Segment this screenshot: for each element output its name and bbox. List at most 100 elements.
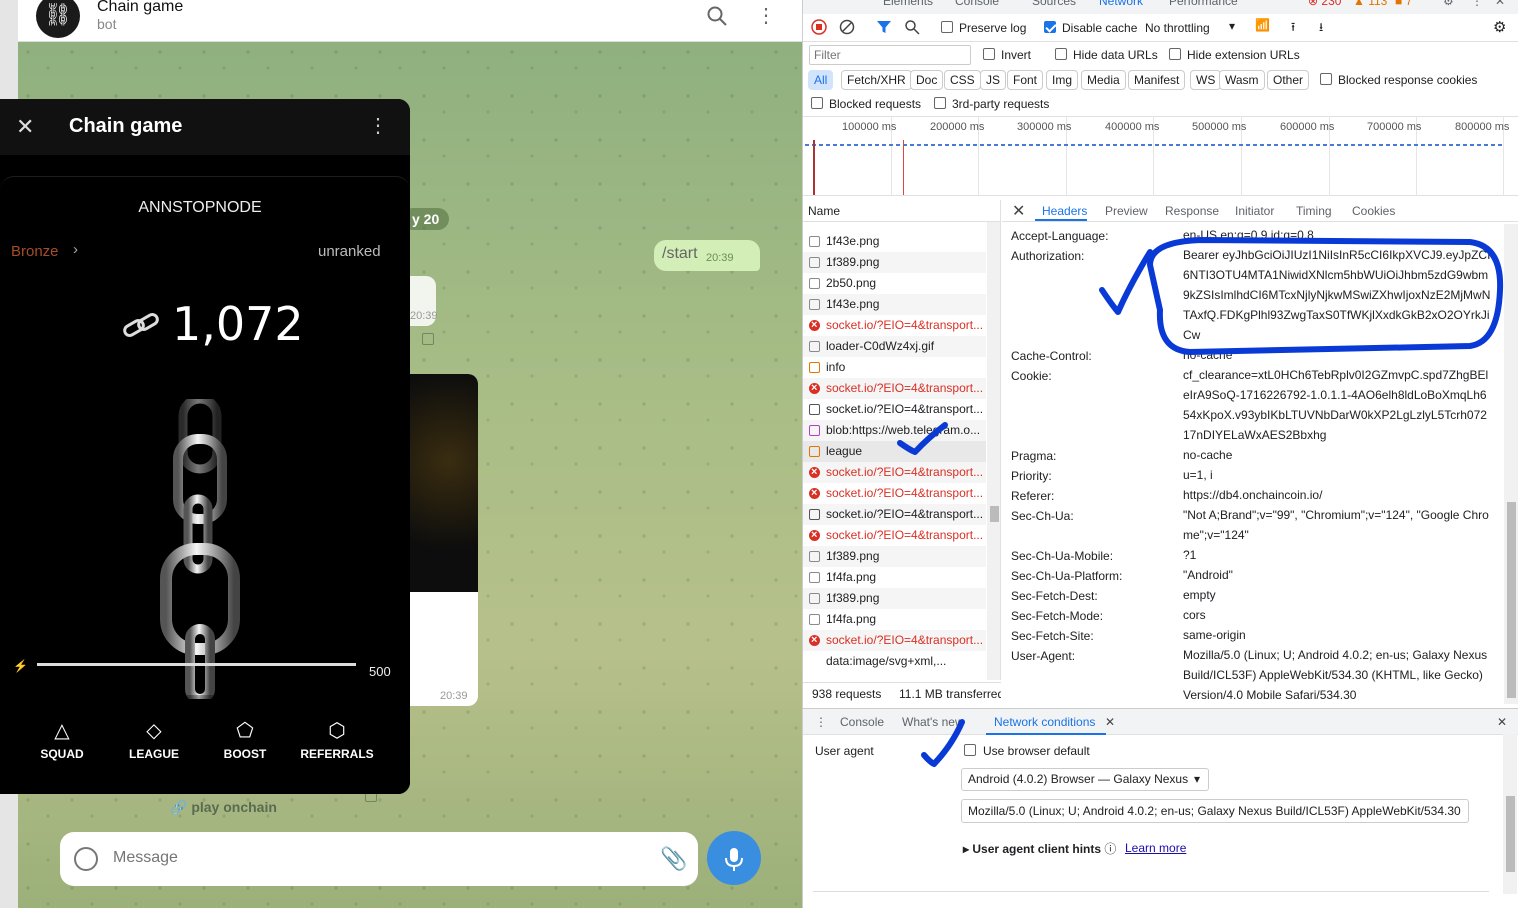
chevron-down-icon[interactable]: ▾	[1229, 19, 1235, 33]
more-menu-icon[interactable]: ⋮	[368, 113, 388, 138]
more-menu-icon[interactable]: ⋮	[756, 4, 776, 28]
preserve-log-checkbox[interactable]	[941, 21, 953, 33]
record-stop-icon[interactable]	[811, 19, 827, 35]
emoji-icon[interactable]	[74, 847, 98, 871]
request-row[interactable]: socket.io/?EIO=4&transport...	[803, 462, 986, 483]
hide-data-urls-checkbox[interactable]	[1055, 48, 1067, 60]
request-row[interactable]: socket.io/?EIO=4&transport...	[803, 315, 986, 336]
error-count[interactable]: ⊗ 230	[1308, 0, 1341, 8]
hide-extension-urls-checkbox[interactable]	[1169, 48, 1181, 60]
upload-icon[interactable]: ⭱	[1291, 18, 1295, 39]
request-row[interactable]: socket.io/?EIO=4&transport...	[803, 525, 986, 546]
header-value[interactable]: same-origin	[1183, 625, 1493, 645]
request-row[interactable]: socket.io/?EIO=4&transport...	[803, 630, 986, 651]
filter-all[interactable]: All	[808, 70, 834, 90]
client-hints-toggle[interactable]: ▸ User agent client hints ⓘ	[963, 840, 1116, 857]
header-value[interactable]: ?1	[1183, 545, 1493, 565]
invert-checkbox[interactable]	[983, 48, 995, 60]
tab-network[interactable]: Network	[1099, 0, 1143, 8]
header-value[interactable]: cors	[1183, 605, 1493, 625]
request-row[interactable]: loader-C0dWz4xj.gif	[803, 336, 986, 357]
scrollbar-thumb[interactable]	[1507, 502, 1516, 698]
download-icon[interactable]: ⭳	[1319, 18, 1323, 39]
filter-font[interactable]: Font	[1007, 70, 1044, 90]
chevron-right-icon[interactable]: ›	[73, 241, 78, 258]
league-rank[interactable]: Bronze	[11, 243, 59, 260]
chain-artwork[interactable]	[150, 399, 250, 699]
user-agent-input[interactable]	[961, 799, 1469, 823]
scrollbar-thumb[interactable]	[1506, 796, 1515, 872]
request-row[interactable]: 1f389.png	[803, 252, 986, 273]
issue-count[interactable]: ■ 7	[1395, 0, 1412, 8]
disable-cache-checkbox[interactable]	[1044, 21, 1056, 33]
header-value[interactable]: no-cache	[1183, 345, 1493, 365]
filter-input[interactable]	[809, 45, 971, 65]
filter-media[interactable]: Media	[1081, 70, 1126, 90]
tab-cookies[interactable]: Cookies	[1352, 204, 1395, 218]
request-row[interactable]: 1f43e.png	[803, 231, 986, 252]
warning-count[interactable]: ▲ 113	[1353, 0, 1387, 8]
tab-console[interactable]: Console	[955, 0, 999, 8]
header-value[interactable]: Bearer eyJhbGciOiJIUzI1NiIsInR5cCI6IkpXV…	[1183, 245, 1493, 345]
filter-js[interactable]: JS	[980, 70, 1007, 90]
header-value[interactable]: https://db4.onchaincoin.io/	[1183, 485, 1493, 505]
throttling-select[interactable]: No throttling	[1145, 21, 1210, 35]
nav-boost[interactable]: ⬠ BOOST	[201, 719, 289, 761]
scrollbar-thumb[interactable]	[990, 506, 999, 522]
use-browser-default-checkbox[interactable]	[964, 744, 976, 756]
drawer-tab-whats-new[interactable]: What's new	[902, 715, 964, 729]
close-icon[interactable]: ✕	[1012, 201, 1025, 220]
tab-elements[interactable]: Elements	[883, 0, 933, 8]
search-icon[interactable]	[706, 5, 728, 27]
filter-icon[interactable]	[876, 19, 892, 35]
request-row[interactable]: 1f43e.png	[803, 294, 986, 315]
header-value[interactable]: no-cache	[1183, 445, 1493, 465]
filter-ws[interactable]: WS	[1190, 70, 1222, 90]
filter-css[interactable]: CSS	[944, 70, 981, 90]
tab-preview[interactable]: Preview	[1105, 204, 1148, 218]
third-party-checkbox[interactable]	[934, 97, 946, 109]
header-value[interactable]: u=1, i	[1183, 465, 1493, 485]
nav-league[interactable]: ◇ LEAGUE	[110, 719, 198, 761]
tab-performance[interactable]: Performance	[1169, 0, 1238, 8]
outgoing-message[interactable]: /start 20:39	[654, 240, 760, 271]
drawer-tab-network-conditions[interactable]: Network conditions	[994, 715, 1095, 729]
learn-more-link[interactable]: Learn more	[1125, 841, 1186, 855]
close-drawer-icon[interactable]: ✕	[1497, 715, 1507, 729]
header-value[interactable]: "Android"	[1183, 565, 1493, 585]
user-agent-select[interactable]: Android (4.0.2) Browser — Galaxy Nexus ▾	[961, 768, 1209, 791]
request-row[interactable]: socket.io/?EIO=4&transport...	[803, 378, 986, 399]
header-value[interactable]: empty	[1183, 585, 1493, 605]
request-row[interactable]: blob:https://web.telegram.o...	[803, 420, 986, 441]
close-icon[interactable]: ✕	[16, 115, 34, 140]
request-row[interactable]: data:image/svg+xml,...	[803, 651, 986, 672]
header-value[interactable]: Mozilla/5.0 (Linux; U; Android 4.0.2; en…	[1183, 645, 1493, 705]
network-conditions-icon[interactable]: 📶	[1255, 18, 1270, 32]
column-name[interactable]: Name	[808, 204, 840, 218]
request-row[interactable]: 2b50.png	[803, 273, 986, 294]
nav-squad[interactable]: △ SQUAD	[18, 719, 106, 761]
header-value[interactable]: cf_clearance=xtL0HCh6TebRplv0I2GZmvpC.sp…	[1183, 365, 1493, 445]
request-list-scrollbar[interactable]	[987, 222, 1000, 680]
nav-referrals[interactable]: ⬡ REFERRALS	[293, 719, 381, 761]
drawer-menu-icon[interactable]: ⋮	[815, 715, 827, 729]
filter-img[interactable]: Img	[1046, 70, 1079, 90]
close-tab-icon[interactable]: ✕	[1105, 715, 1115, 729]
share-icon[interactable]	[422, 333, 434, 345]
blocked-requests-checkbox[interactable]	[811, 97, 823, 109]
message-input[interactable]	[113, 849, 633, 867]
filter-manifest[interactable]: Manifest	[1128, 70, 1186, 90]
search-icon[interactable]	[904, 19, 920, 35]
tab-timing[interactable]: Timing	[1296, 204, 1332, 218]
filter-wasm[interactable]: Wasm	[1219, 70, 1265, 90]
request-row[interactable]: 1f4fa.png	[803, 609, 986, 630]
tab-initiator[interactable]: Initiator	[1235, 204, 1274, 218]
more-icon[interactable]: ⋮	[1471, 0, 1483, 8]
request-row[interactable]: info	[803, 357, 986, 378]
request-row[interactable]: socket.io/?EIO=4&transport...	[803, 483, 986, 504]
filter-other[interactable]: Other	[1267, 70, 1310, 90]
settings-gear-icon[interactable]: ⚙	[1443, 0, 1454, 8]
clear-icon[interactable]	[839, 19, 855, 35]
tab-headers[interactable]: Headers	[1042, 204, 1087, 218]
request-row[interactable]: socket.io/?EIO=4&transport...	[803, 399, 986, 420]
